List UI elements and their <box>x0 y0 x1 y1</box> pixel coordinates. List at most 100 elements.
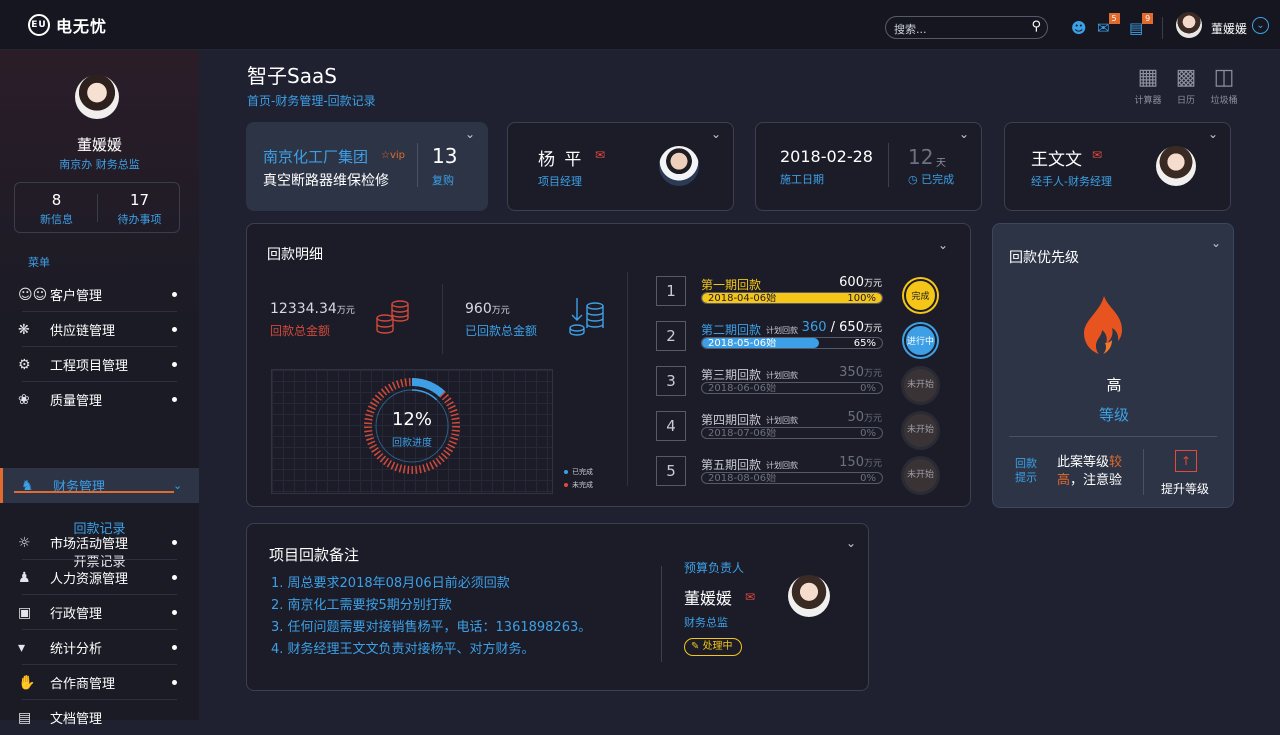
chevron-down-icon[interactable]: ⌄ <box>1252 17 1269 34</box>
chevron-down-icon[interactable]: ⌄ <box>959 127 969 141</box>
priority-message-pre: 此案等级 <box>1057 455 1110 470</box>
project-manager-card[interactable]: ⌄ 杨 平 ✉ 项目经理 <box>507 122 734 211</box>
sidebar-item-statistics[interactable]: ▾ 统计分析 <box>0 630 199 665</box>
document-icon[interactable]: ▤ 9 <box>1129 13 1154 37</box>
sidebar-item-supply-chain[interactable]: ❋ 供应链管理 <box>0 312 199 347</box>
phase-status-badge[interactable]: 完成 <box>904 279 937 312</box>
phase-amount: 50万元 <box>847 410 882 425</box>
legend-dot <box>564 470 568 474</box>
phase-name: 第四期回款 <box>701 413 762 427</box>
mail-icon[interactable]: ✉ <box>1092 148 1102 162</box>
phase-amount: 600万元 <box>839 275 882 290</box>
stat-label: 待办事项 <box>117 213 162 226</box>
chevron-down-icon[interactable]: ⌄ <box>938 238 948 252</box>
avatar[interactable] <box>1156 146 1196 186</box>
avatar[interactable] <box>788 575 830 617</box>
chat-icon[interactable]: ✉ 5 <box>1097 13 1120 37</box>
phase-amount-total: 650 <box>839 320 864 335</box>
phase-number: 1 <box>656 276 686 306</box>
dot-icon <box>172 610 177 615</box>
construction-date: 2018-02-28 <box>780 147 873 166</box>
top-user-name[interactable]: 董媛媛 <box>1211 20 1247 37</box>
legend-todo: 未完成 <box>564 480 593 490</box>
bulb-icon: ☼ <box>18 534 31 551</box>
phase-status-badge[interactable]: 未开始 <box>904 414 937 447</box>
priority-level: 高 <box>1106 376 1122 394</box>
search-icon[interactable]: ⚲ <box>1031 19 1041 34</box>
owner-role: 预算负责人 <box>684 561 745 575</box>
owner-name: 董媛媛 <box>684 589 733 608</box>
upgrade-label[interactable]: 提升等级 <box>1161 480 1209 497</box>
stat-new-messages[interactable]: 8 新信息 <box>15 191 98 227</box>
chevron-down-icon[interactable]: ⌄ <box>1208 127 1218 141</box>
repurchase-label: 复购 <box>432 174 454 187</box>
chevron-down-icon[interactable]: ⌄ <box>465 127 475 141</box>
phase-number: 4 <box>656 411 686 441</box>
upgrade-button[interactable]: ↑ <box>1175 450 1197 472</box>
phase-status-badge[interactable]: 未开始 <box>904 369 937 402</box>
sidebar-item-customers[interactable]: ☺☺ 客户管理 <box>0 277 199 312</box>
company-card[interactable]: ⌄ 南京化工厂集团 ☆vip 真空断路器维保检修 13 复购 <box>246 122 488 211</box>
phase-progress-bar: 2018-07-06始 0% <box>701 427 883 439</box>
breadcrumb[interactable]: 首页-财务管理-回款记录 <box>247 92 376 109</box>
chevron-down-icon[interactable]: ⌄ <box>846 536 856 550</box>
dot-icon <box>172 575 177 580</box>
user-icon[interactable]: ☻ <box>1071 19 1087 37</box>
chevron-down-icon[interactable]: ⌄ <box>1211 236 1221 250</box>
divider <box>1143 449 1144 495</box>
app-logo-text: 电无忧 <box>56 17 108 36</box>
dot-icon <box>172 540 177 545</box>
phase-percent: 65% <box>853 338 876 349</box>
note-item: 4. 财务经理王文文负责对接杨平、对方财务。 <box>271 642 535 657</box>
phase-number: 2 <box>656 321 686 351</box>
sidebar-item-hr[interactable]: ♟ 人力资源管理 <box>0 560 199 595</box>
mail-icon[interactable]: ✉ <box>745 590 755 604</box>
handler-card[interactable]: ⌄ 王文文 ✉ 经手人-财务经理 <box>1004 122 1231 211</box>
search-input[interactable]: 搜索... ⚲ <box>885 16 1048 39</box>
chevron-down-icon[interactable]: ⌄ <box>711 127 721 141</box>
phase-plan-label: 计划回款 <box>766 461 798 470</box>
sidebar-item-admin[interactable]: ▣ 行政管理 <box>0 595 199 630</box>
stat-number: 17 <box>129 191 150 209</box>
app-logo[interactable]: EU 电无忧 <box>28 13 107 37</box>
sidebar-item-quality[interactable]: ❀ 质量管理 <box>0 382 199 417</box>
phase-amount-total: 50 <box>847 410 864 425</box>
stat-todo[interactable]: 17 待办事项 <box>98 191 181 227</box>
avatar[interactable] <box>1176 12 1202 38</box>
construction-date-card[interactable]: ⌄ 2018-02-28 施工日期 12 天 ◷ 已完成 <box>755 122 982 211</box>
folder-icon: ▤ <box>18 709 32 726</box>
note-item: 1. 周总要求2018年08月06日前必须回款 <box>271 576 510 591</box>
phase-amount-total: 600 <box>839 275 864 290</box>
phase-amount-unit: 万元 <box>863 369 882 379</box>
phase-status-badge[interactable]: 未开始 <box>904 459 937 492</box>
dot-icon <box>172 362 177 367</box>
mail-icon[interactable]: ✉ <box>595 148 605 162</box>
stat-label: 新信息 <box>40 213 73 226</box>
sidebar-avatar[interactable] <box>75 75 119 119</box>
phase-number: 5 <box>656 456 686 486</box>
quality-icon: ❀ <box>18 391 30 408</box>
phase-status-badge[interactable]: 进行中 <box>904 324 937 357</box>
avatar[interactable] <box>659 146 699 186</box>
sidebar-item-documents[interactable]: ▤ 文档管理 <box>0 700 199 735</box>
chat-badge: 5 <box>1108 13 1120 24</box>
status-label: 处理中 <box>702 641 733 652</box>
sidebar-item-partners[interactable]: ✋ 合作商管理 <box>0 665 199 700</box>
priority-message: 此案等级较高，注意验 <box>1057 454 1137 490</box>
sidebar-item-label: 统计分析 <box>50 642 103 657</box>
sidebar-item-label: 工程项目管理 <box>50 359 129 374</box>
sidebar-item-marketing[interactable]: ☼ 市场活动管理 <box>0 525 199 560</box>
trash-button[interactable]: ◫ 垃圾桶 <box>1202 66 1246 107</box>
sidebar-item-projects[interactable]: ⚙ 工程项目管理 <box>0 347 199 382</box>
card-title: 回款明细 <box>267 247 323 263</box>
sidebar-item-finance[interactable]: ♞ 财务管理 ⌄ <box>0 468 199 503</box>
person-name: 杨 平 <box>538 150 584 170</box>
status-badge[interactable]: ✎ 处理中 <box>684 638 742 656</box>
phase-amount: 360 / 650万元 <box>802 320 882 335</box>
card-title: 回款优先级 <box>1009 250 1079 266</box>
legend-label: 未完成 <box>572 481 593 489</box>
sidebar: 董媛媛 南京办 财务总监 8 新信息 17 待办事项 菜单 ☺☺ 客户管理 ❋ … <box>0 50 199 727</box>
doc-badge: 9 <box>1142 13 1154 24</box>
dot-icon <box>172 397 177 402</box>
phase-percent: 100% <box>847 293 876 304</box>
